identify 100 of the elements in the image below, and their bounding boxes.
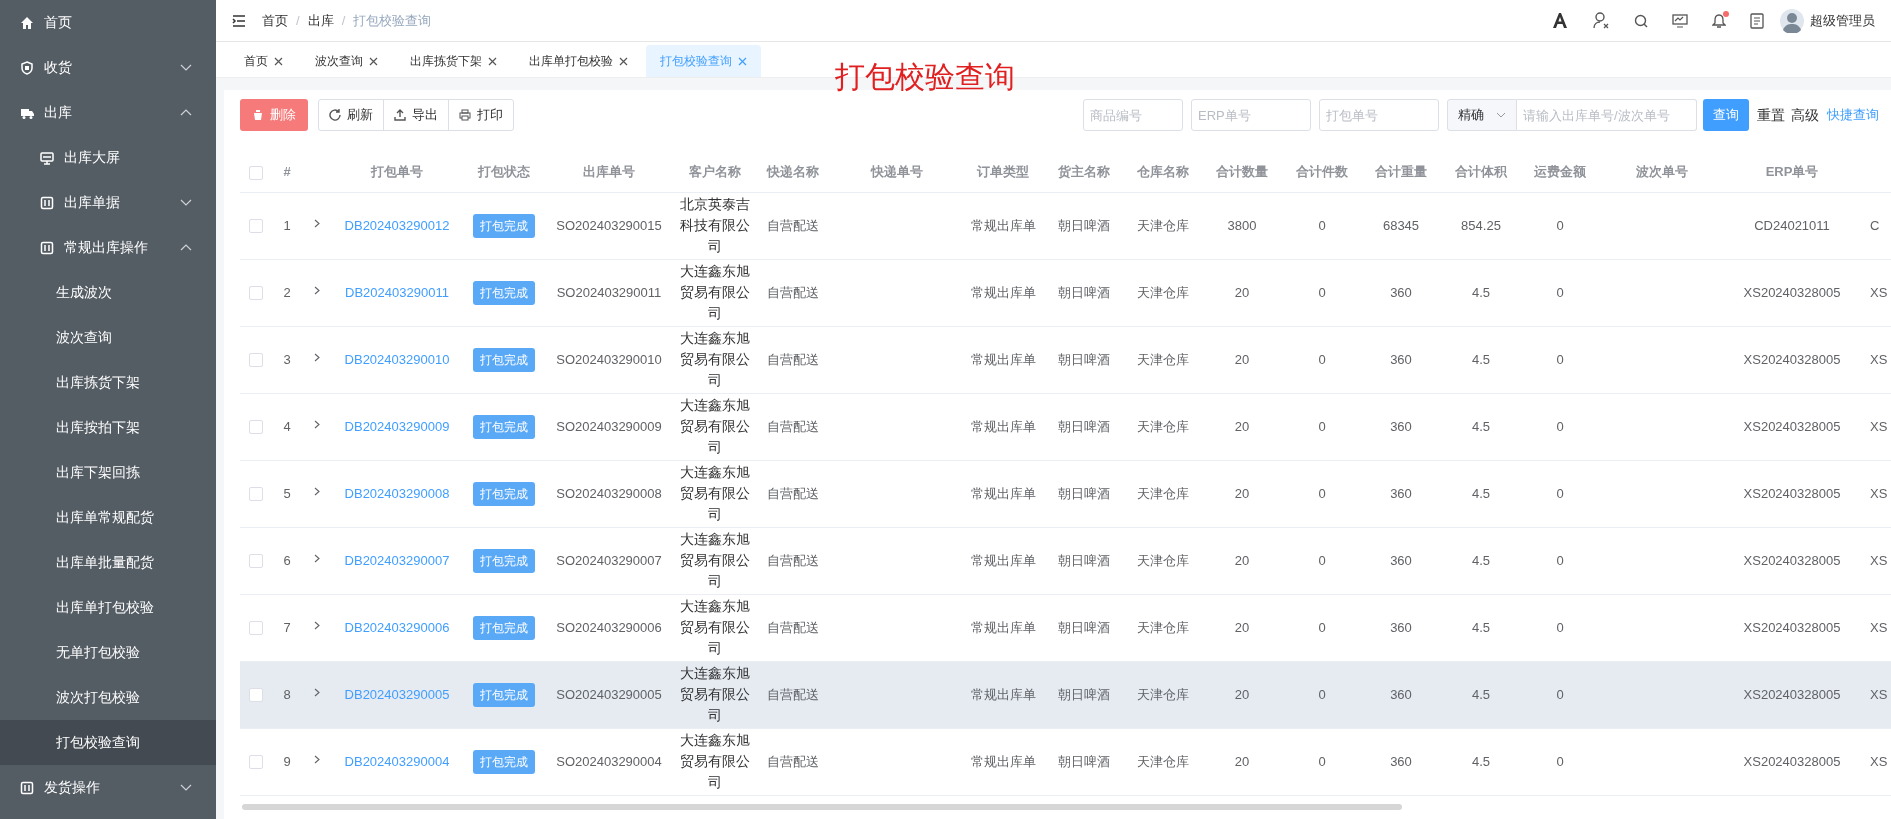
close-icon[interactable] <box>488 56 497 66</box>
reset-button[interactable]: 重置 <box>1757 104 1785 126</box>
sidebar-item[interactable]: 出库 <box>0 90 216 135</box>
refresh-button[interactable]: 刷新 <box>319 100 383 130</box>
sidebar-item[interactable]: 出库拣货下架 <box>0 360 216 405</box>
bell-icon[interactable] <box>1712 13 1726 28</box>
column-header: # <box>283 164 291 179</box>
sidebar-item[interactable]: 生成波次 <box>0 270 216 315</box>
menu-icon[interactable] <box>232 14 246 27</box>
expand-chevron-icon[interactable] <box>312 486 322 496</box>
table-cell: 朝日啤酒 <box>1058 418 1110 434</box>
advanced-button[interactable]: 高级 <box>1791 104 1819 126</box>
search-icon[interactable] <box>1634 13 1648 28</box>
input-field[interactable]: 打包单号 <box>1319 99 1439 131</box>
grid-icon <box>40 240 54 255</box>
monitor-icon[interactable] <box>1672 13 1688 28</box>
table-cell: 20 <box>1234 351 1250 367</box>
match-mode-dropdown[interactable]: 精确 <box>1447 99 1517 131</box>
status-tag: 打包完成 <box>473 280 535 305</box>
table-cell: 6 <box>283 552 291 568</box>
checkbox[interactable] <box>249 755 263 770</box>
expand-chevron-icon[interactable] <box>312 553 322 563</box>
avatar-icon[interactable] <box>1780 8 1804 33</box>
table-cell: 4.5 <box>1471 753 1491 769</box>
table-cell: 朝日啤酒 <box>1058 284 1110 300</box>
tab[interactable]: 波次查询 <box>301 45 392 77</box>
font-size-icon[interactable] <box>1551 12 1569 29</box>
table-cell: 0 <box>1318 217 1326 233</box>
table-cell: XS <box>1870 418 1888 434</box>
table-cell: 天津仓库 <box>1137 418 1189 434</box>
export-button[interactable]: 导出 <box>383 100 448 130</box>
print-button[interactable]: 打印 <box>448 100 513 130</box>
expand-chevron-icon[interactable] <box>312 419 322 429</box>
input-field[interactable]: 商品编号 <box>1083 99 1183 131</box>
sidebar-item[interactable]: 首页 <box>0 0 216 45</box>
table-cell: 天津仓库 <box>1137 552 1189 568</box>
table-cell: 天津仓库 <box>1137 686 1189 702</box>
table-cell: SO202403290004 <box>556 753 662 769</box>
checkbox[interactable] <box>249 286 263 301</box>
document-icon[interactable] <box>1750 12 1764 29</box>
sidebar-item[interactable]: 常规出库操作 <box>0 225 216 270</box>
tab[interactable]: 出库拣货下架 <box>396 45 511 77</box>
close-icon[interactable] <box>369 56 378 66</box>
tab[interactable]: 出库单打包校验 <box>515 45 642 77</box>
horizontal-scrollbar[interactable] <box>242 803 1402 810</box>
checkbox[interactable] <box>249 688 263 703</box>
table-cell: 20 <box>1234 552 1250 568</box>
table-cell: 854.25 <box>1461 217 1501 233</box>
table-cell: 0 <box>1318 418 1326 434</box>
checkbox[interactable] <box>249 353 263 368</box>
breadcrumb-item[interactable]: 首页 <box>262 10 288 31</box>
table-cell: 1 <box>283 217 291 233</box>
table-cell: 20 <box>1234 485 1250 501</box>
expand-chevron-icon[interactable] <box>312 285 322 295</box>
checkbox[interactable] <box>249 487 263 502</box>
checkbox[interactable] <box>249 219 263 234</box>
tab[interactable]: 首页 <box>230 45 297 77</box>
close-icon[interactable] <box>619 56 628 66</box>
table-cell: 4.5 <box>1471 552 1491 568</box>
table-cell: 天津仓库 <box>1137 619 1189 635</box>
shield-icon <box>20 60 34 75</box>
table-cell: 360 <box>1390 485 1412 501</box>
sidebar-item[interactable]: 发货操作 <box>0 765 216 810</box>
checkbox[interactable] <box>249 165 263 180</box>
checkbox[interactable] <box>249 554 263 569</box>
user-icon[interactable] <box>1593 12 1610 29</box>
sidebar-item[interactable]: 收货 <box>0 45 216 90</box>
table-cell: 4.5 <box>1471 418 1491 434</box>
sidebar-item[interactable]: 波次打包校验 <box>0 675 216 720</box>
table-cell: 天津仓库 <box>1137 485 1189 501</box>
user-name[interactable]: 超级管理员 <box>1810 10 1875 31</box>
sidebar-item[interactable]: 波次查询 <box>0 315 216 360</box>
sidebar-item[interactable]: 出库单打包校验 <box>0 585 216 630</box>
sidebar-item[interactable]: 出库大屏 <box>0 135 216 180</box>
expand-chevron-icon[interactable] <box>312 218 322 228</box>
table-cell: 8 <box>283 686 291 702</box>
close-icon[interactable] <box>274 56 283 66</box>
sidebar-item[interactable]: 打包校验查询 <box>0 720 216 765</box>
checkbox[interactable] <box>249 420 263 435</box>
status-tag: 打包完成 <box>473 414 535 439</box>
expand-chevron-icon[interactable] <box>312 687 322 697</box>
expand-chevron-icon[interactable] <box>312 620 322 630</box>
table-cell: XS20240328005 <box>1743 351 1841 367</box>
sidebar-item[interactable]: 出库下架回拣 <box>0 450 216 495</box>
input-field[interactable]: ERP单号 <box>1191 99 1311 131</box>
sidebar-item[interactable]: 出库单常规配货 <box>0 495 216 540</box>
expand-chevron-icon[interactable] <box>312 754 322 764</box>
input-field[interactable]: 请输入出库单号/波次单号 <box>1517 99 1697 131</box>
sidebar-item[interactable]: 出库按拍下架 <box>0 405 216 450</box>
sidebar-item[interactable]: 出库单据 <box>0 180 216 225</box>
table-cell: 360 <box>1390 351 1412 367</box>
sidebar-item[interactable]: 出库单批量配货 <box>0 540 216 585</box>
table-cell: XS <box>1870 753 1888 769</box>
sidebar-item[interactable]: 无单打包校验 <box>0 630 216 675</box>
breadcrumb-item[interactable]: 出库 <box>307 10 334 31</box>
expand-chevron-icon[interactable] <box>312 352 322 362</box>
breadcrumb-item: 打包校验查询 <box>353 11 432 30</box>
checkbox[interactable] <box>249 621 263 636</box>
table-cell-text: 北京英泰吉科技有限公司 <box>679 195 751 256</box>
table-cell: 0 <box>1556 619 1564 635</box>
